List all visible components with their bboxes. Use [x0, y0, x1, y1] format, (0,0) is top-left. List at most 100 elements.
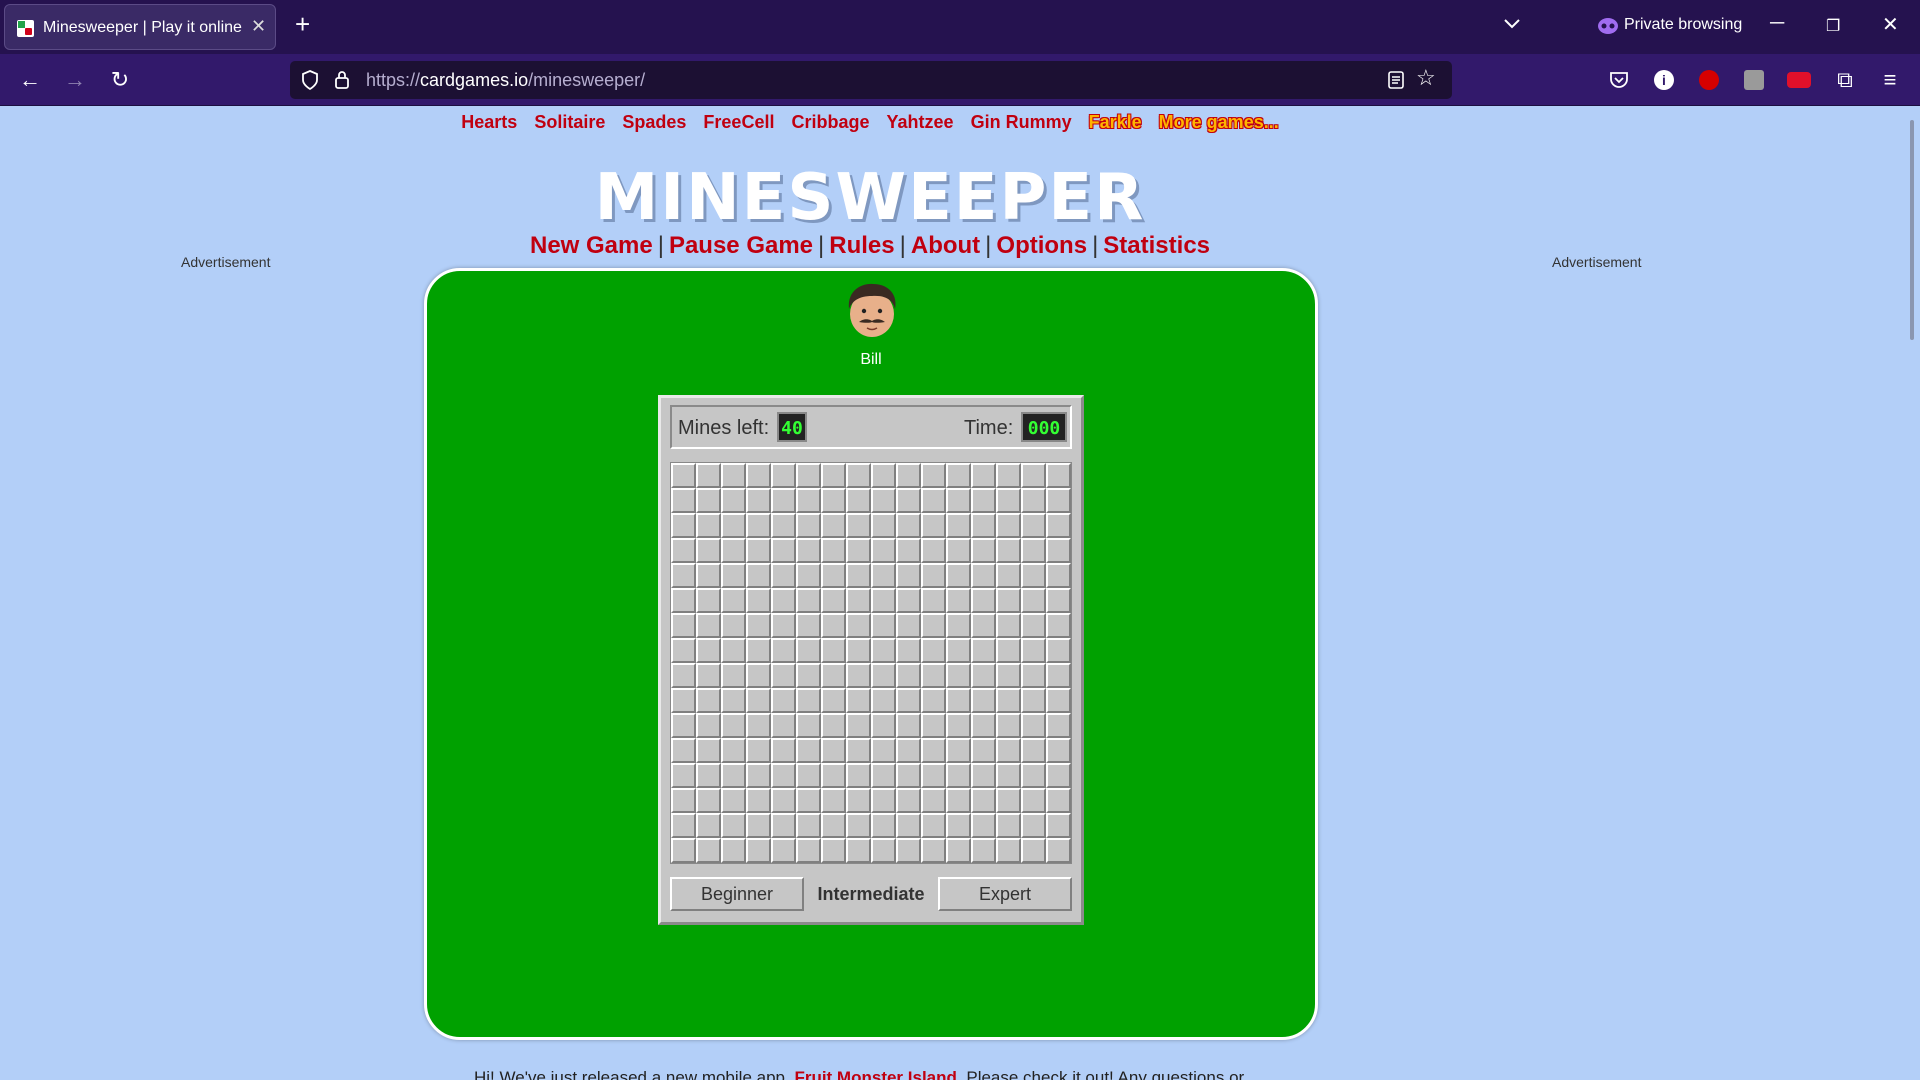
mine-cell[interactable]: [771, 763, 796, 788]
nav-link-more-games[interactable]: More games...: [1159, 112, 1279, 132]
forward-icon[interactable]: →: [62, 67, 88, 93]
mine-cell[interactable]: [721, 563, 746, 588]
mine-cell[interactable]: [696, 688, 721, 713]
mine-cell[interactable]: [671, 838, 696, 863]
page-scrollbar[interactable]: [1910, 120, 1914, 340]
mine-cell[interactable]: [871, 663, 896, 688]
mine-cell[interactable]: [1021, 788, 1046, 813]
mine-cell[interactable]: [746, 488, 771, 513]
ublock-extension-icon[interactable]: [1699, 70, 1719, 90]
mine-cell[interactable]: [896, 588, 921, 613]
mine-cell[interactable]: [671, 688, 696, 713]
mine-cell[interactable]: [996, 538, 1021, 563]
mine-cell[interactable]: [896, 688, 921, 713]
mine-cell[interactable]: [671, 463, 696, 488]
mine-cell[interactable]: [796, 638, 821, 663]
mine-cell[interactable]: [946, 488, 971, 513]
mine-cell[interactable]: [771, 813, 796, 838]
mine-cell[interactable]: [871, 763, 896, 788]
mine-cell[interactable]: [746, 788, 771, 813]
about-link[interactable]: About: [911, 232, 980, 259]
mine-cell[interactable]: [996, 513, 1021, 538]
mine-cell[interactable]: [671, 563, 696, 588]
mine-cell[interactable]: [771, 788, 796, 813]
mine-cell[interactable]: [1046, 763, 1071, 788]
mine-cell[interactable]: [1046, 838, 1071, 863]
mine-cell[interactable]: [846, 588, 871, 613]
menu-icon[interactable]: ≡: [1877, 67, 1903, 93]
mine-cell[interactable]: [946, 563, 971, 588]
mine-cell[interactable]: [771, 838, 796, 863]
mine-cell[interactable]: [821, 538, 846, 563]
statistics-link[interactable]: Statistics: [1103, 232, 1210, 259]
mine-cell[interactable]: [796, 563, 821, 588]
new-tab-icon[interactable]: +: [295, 11, 310, 37]
mine-cell[interactable]: [846, 513, 871, 538]
mine-cell[interactable]: [846, 713, 871, 738]
mine-cell[interactable]: [821, 638, 846, 663]
mine-cell[interactable]: [921, 563, 946, 588]
mine-cell[interactable]: [821, 613, 846, 638]
youtube-extension-icon[interactable]: [1787, 72, 1811, 88]
mine-cell[interactable]: [1021, 513, 1046, 538]
close-tab-icon[interactable]: ✕: [251, 16, 266, 37]
url-text[interactable]: https://cardgames.io/minesweeper/: [366, 70, 645, 91]
mine-cell[interactable]: [746, 688, 771, 713]
mine-cell[interactable]: [921, 663, 946, 688]
mine-cell[interactable]: [796, 663, 821, 688]
restore-icon[interactable]: ❐: [1826, 16, 1840, 36]
mine-cell[interactable]: [896, 663, 921, 688]
mine-cell[interactable]: [971, 588, 996, 613]
reload-icon[interactable]: ↻: [107, 67, 133, 93]
mine-cell[interactable]: [696, 813, 721, 838]
mine-cell[interactable]: [721, 763, 746, 788]
minimize-icon[interactable]: ─: [1770, 12, 1784, 35]
mine-cell[interactable]: [971, 563, 996, 588]
mine-cell[interactable]: [921, 688, 946, 713]
mine-cell[interactable]: [821, 663, 846, 688]
mine-cell[interactable]: [796, 688, 821, 713]
mine-cell[interactable]: [996, 488, 1021, 513]
mine-cell[interactable]: [946, 513, 971, 538]
mine-cell[interactable]: [1046, 563, 1071, 588]
back-icon[interactable]: ←: [17, 67, 43, 93]
pocket-icon[interactable]: [1609, 70, 1629, 90]
mine-cell[interactable]: [871, 838, 896, 863]
mine-cell[interactable]: [671, 663, 696, 688]
mine-cell[interactable]: [971, 788, 996, 813]
mine-cell[interactable]: [671, 488, 696, 513]
mine-cell[interactable]: [771, 513, 796, 538]
mine-cell[interactable]: [721, 688, 746, 713]
mine-cell[interactable]: [1021, 763, 1046, 788]
mine-cell[interactable]: [946, 638, 971, 663]
mine-cell[interactable]: [896, 538, 921, 563]
mine-cell[interactable]: [921, 738, 946, 763]
mine-cell[interactable]: [796, 588, 821, 613]
mine-cell[interactable]: [821, 763, 846, 788]
mine-cell[interactable]: [846, 538, 871, 563]
nav-link-hearts[interactable]: Hearts: [461, 112, 517, 132]
mine-cell[interactable]: [871, 588, 896, 613]
mine-cell[interactable]: [1021, 638, 1046, 663]
new-game-link[interactable]: New Game: [530, 232, 653, 259]
mine-cell[interactable]: [696, 488, 721, 513]
mine-cell[interactable]: [996, 738, 1021, 763]
mine-cell[interactable]: [896, 838, 921, 863]
mine-cell[interactable]: [771, 738, 796, 763]
mine-cell[interactable]: [821, 688, 846, 713]
mine-cell[interactable]: [996, 688, 1021, 713]
mine-cell[interactable]: [821, 788, 846, 813]
mine-cell[interactable]: [721, 738, 746, 763]
mine-cell[interactable]: [1046, 613, 1071, 638]
mine-cell[interactable]: [746, 563, 771, 588]
mine-cell[interactable]: [771, 713, 796, 738]
mine-cell[interactable]: [796, 788, 821, 813]
mine-cell[interactable]: [1021, 613, 1046, 638]
mine-cell[interactable]: [921, 813, 946, 838]
mine-cell[interactable]: [946, 738, 971, 763]
mine-cell[interactable]: [971, 488, 996, 513]
mine-cell[interactable]: [896, 713, 921, 738]
mine-cell[interactable]: [671, 613, 696, 638]
mine-cell[interactable]: [1046, 538, 1071, 563]
mine-cell[interactable]: [896, 638, 921, 663]
